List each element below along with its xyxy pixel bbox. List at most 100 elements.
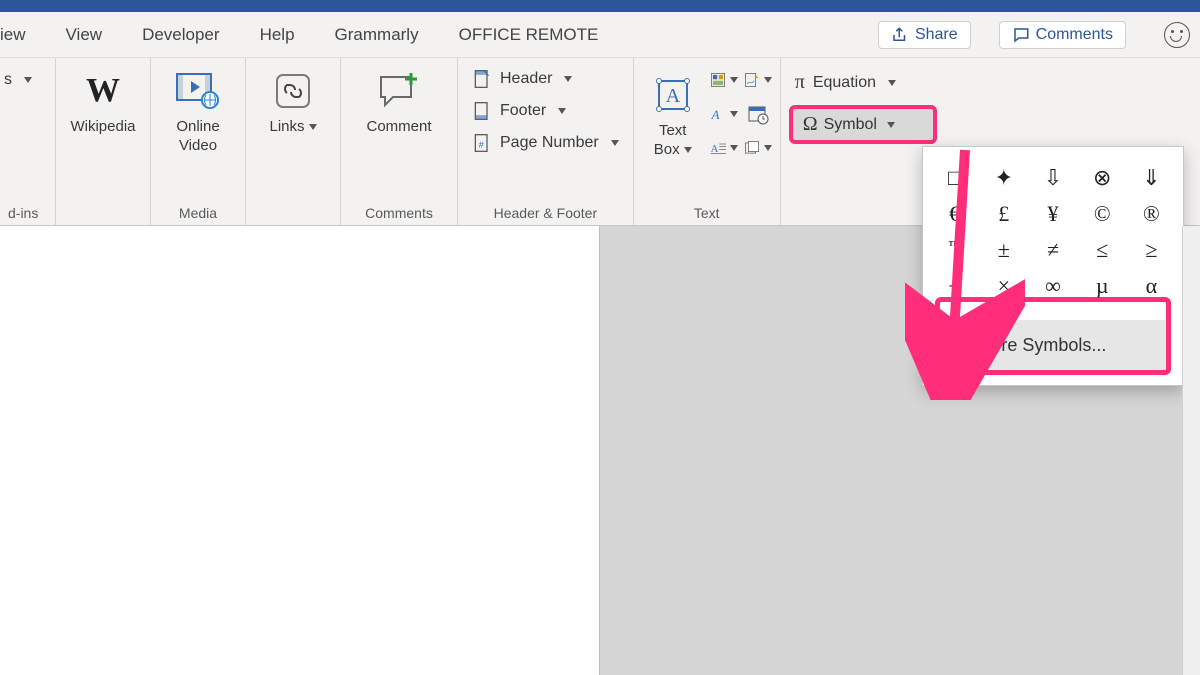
pi-icon: π	[795, 71, 805, 94]
wordart-button[interactable]: A	[710, 102, 738, 126]
share-button[interactable]: Share	[878, 21, 971, 49]
wikipedia-label: Wikipedia	[70, 118, 135, 137]
header-label: Header	[500, 70, 552, 88]
svg-text:A: A	[710, 107, 720, 122]
chevron-down-icon	[611, 140, 619, 146]
symbol-cell[interactable]: ≤	[1085, 239, 1119, 261]
symbol-cell[interactable]: ™	[938, 239, 972, 261]
document-canvas[interactable]	[0, 226, 600, 675]
drop-cap-icon: A	[710, 138, 726, 158]
vertical-scrollbar[interactable]	[1182, 226, 1200, 675]
signature-icon	[744, 69, 760, 91]
text-box-icon: A	[653, 74, 693, 116]
recent-symbols-grid: □ ✦ ⇩ ⊗ ⇓ € £ ¥ © ® ™ ± ≠ ≤ ≥ ÷ × ∞ µ α	[935, 167, 1171, 297]
date-time-icon	[747, 103, 769, 125]
group-label-hf: Header & Footer	[466, 201, 625, 223]
symbol-cell[interactable]: ⇩	[1036, 167, 1070, 189]
more-symbols-label: More Symbols...	[976, 335, 1106, 356]
group-label-text: Text	[642, 201, 772, 223]
page-number-button[interactable]: # Page Number	[466, 130, 625, 156]
text-box-label: Text Box	[654, 122, 687, 158]
symbol-cell[interactable]: ¥	[1036, 203, 1070, 225]
tab-help[interactable]: Help	[254, 12, 301, 57]
tab-review-partial[interactable]: iew	[0, 12, 32, 57]
symbol-cell[interactable]: £	[987, 203, 1021, 225]
group-text: A Text Box A A Text	[634, 58, 781, 225]
date-time-button[interactable]	[744, 102, 772, 126]
equation-label: Equation	[813, 74, 876, 92]
group-links: Links	[246, 58, 341, 225]
symbol-cell[interactable]: ©	[1085, 203, 1119, 225]
symbol-button-highlighted[interactable]: Ω Symbol	[789, 105, 937, 144]
more-symbols-button[interactable]: Ω More Symbols...	[940, 320, 1166, 370]
group-media: Online Video Media	[151, 58, 246, 225]
more-symbols-highlighted: Ω More Symbols...	[935, 297, 1171, 375]
tab-office-remote[interactable]: OFFICE REMOTE	[453, 12, 605, 57]
symbol-cell[interactable]: ⊗	[1085, 167, 1119, 189]
links-label: Links	[269, 118, 304, 135]
text-box-button[interactable]: A Text Box	[642, 68, 704, 160]
chevron-down-icon	[558, 108, 566, 114]
svg-text:A: A	[665, 85, 680, 107]
group-label-comments: Comments	[349, 201, 449, 223]
comment-label: Comment	[366, 118, 431, 137]
footer-label: Footer	[500, 102, 546, 120]
comments-label: Comments	[1036, 26, 1113, 44]
object-icon	[744, 137, 760, 159]
comments-button[interactable]: Comments	[999, 21, 1126, 49]
symbol-cell[interactable]: ±	[987, 239, 1021, 261]
online-video-button[interactable]: Online Video	[159, 64, 237, 156]
symbol-cell[interactable]: ≠	[1036, 239, 1070, 261]
symbol-cell[interactable]: ×	[987, 275, 1021, 297]
comment-button[interactable]: Comment	[349, 64, 449, 137]
footer-icon	[472, 101, 492, 121]
equation-button[interactable]: π Equation	[789, 68, 937, 97]
tab-grammarly[interactable]: Grammarly	[329, 12, 425, 57]
online-video-label: Online Video	[176, 118, 219, 156]
header-icon	[472, 69, 492, 89]
symbol-cell[interactable]: ⇓	[1134, 167, 1168, 189]
tab-view[interactable]: View	[60, 12, 109, 57]
ribbon-tabs: iew View Developer Help Grammarly OFFICE…	[0, 12, 1200, 58]
symbol-cell[interactable]: ®	[1134, 203, 1168, 225]
header-button[interactable]: Header	[466, 66, 625, 92]
chevron-down-icon	[24, 77, 32, 83]
drop-cap-button[interactable]: A	[710, 136, 738, 160]
symbol-cell[interactable]: €	[938, 203, 972, 225]
group-addins-partial: s d-ins	[0, 58, 56, 225]
page-number-label: Page Number	[500, 134, 599, 152]
symbol-cell[interactable]: □	[938, 167, 972, 189]
comment-icon	[1012, 26, 1030, 44]
wikipedia-button[interactable]: W Wikipedia	[64, 64, 142, 137]
addins-item-partial[interactable]: s	[0, 68, 38, 92]
link-icon	[275, 70, 311, 112]
symbol-label: Symbol	[824, 116, 877, 134]
group-header-footer: Header Footer # Page Number Header & Foo…	[458, 58, 634, 225]
chevron-down-icon	[730, 77, 738, 83]
chevron-down-icon	[764, 145, 772, 151]
symbol-cell[interactable]: α	[1134, 275, 1168, 297]
group-comments: Comment Comments	[341, 58, 458, 225]
group-label-media: Media	[159, 201, 237, 223]
wikipedia-icon: W	[86, 70, 120, 112]
chevron-down-icon	[684, 147, 692, 153]
omega-icon: Ω	[948, 332, 964, 358]
tab-developer[interactable]: Developer	[136, 12, 226, 57]
quick-parts-button[interactable]	[710, 68, 738, 92]
quick-parts-icon	[710, 69, 726, 91]
chevron-down-icon	[730, 111, 738, 117]
symbol-cell[interactable]: ✦	[987, 167, 1021, 189]
links-button[interactable]: Links	[254, 64, 332, 137]
footer-button[interactable]: Footer	[466, 98, 625, 124]
chevron-down-icon	[730, 145, 738, 151]
online-video-icon	[176, 70, 220, 112]
symbol-cell[interactable]: ∞	[1036, 275, 1070, 297]
signature-line-button[interactable]	[744, 68, 772, 92]
symbol-cell[interactable]: ≥	[1134, 239, 1168, 261]
symbol-cell[interactable]: µ	[1085, 275, 1119, 297]
share-label: Share	[915, 26, 958, 44]
chevron-down-icon	[764, 77, 772, 83]
feedback-smiley-icon[interactable]	[1164, 22, 1190, 48]
symbol-cell[interactable]: ÷	[938, 275, 972, 297]
object-button[interactable]	[744, 136, 772, 160]
